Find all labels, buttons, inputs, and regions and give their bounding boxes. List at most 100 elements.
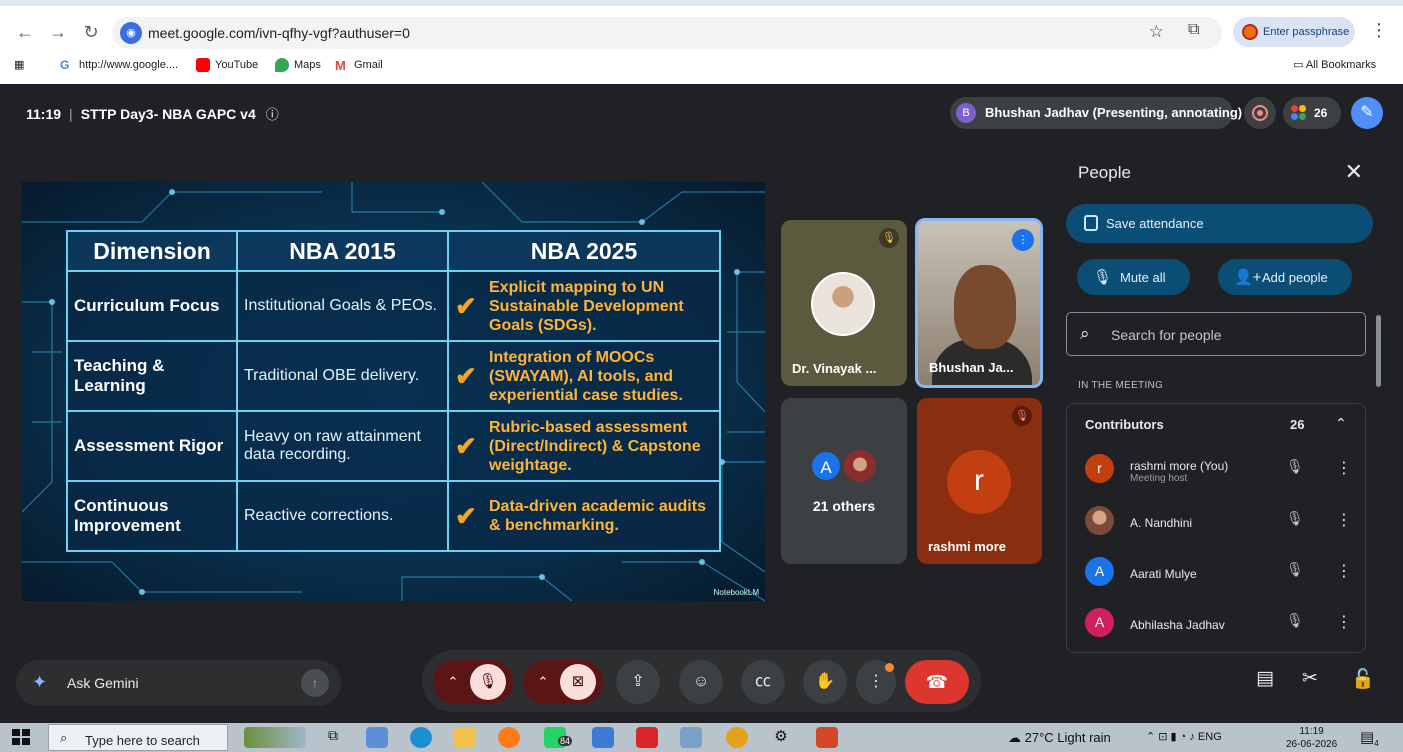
taskbar-clock[interactable]: 11:19 26-06-2026 bbox=[1286, 725, 1337, 751]
mic-off-icon[interactable]: 🎙 bbox=[1286, 561, 1304, 578]
camera-options-chevron-icon[interactable]: ⌃ bbox=[529, 660, 557, 704]
mic-off-icon[interactable]: 🎙 bbox=[1286, 510, 1304, 527]
app-icon[interactable] bbox=[680, 727, 702, 748]
more-options-icon[interactable]: ⋮ bbox=[856, 660, 896, 704]
camera-control[interactable]: ⌃ ⊠ bbox=[523, 660, 603, 704]
camera-off-icon[interactable]: ⊠ bbox=[560, 664, 596, 700]
url-text[interactable]: meet.google.com/ivn-qfhy-vgf?authuser=0 bbox=[148, 25, 410, 41]
mic-off-icon[interactable]: 🎙 bbox=[1286, 458, 1304, 475]
participant-tile-vinayak[interactable]: 🎙 Dr. Vinayak ... bbox=[781, 220, 907, 386]
save-attendance-button[interactable]: Save attendance bbox=[1066, 204, 1373, 243]
bookmark-youtube[interactable]: YouTube bbox=[196, 58, 258, 72]
cell-nba-2015: Heavy on raw attainment data recording. bbox=[236, 410, 449, 482]
ask-gemini-bar[interactable]: ✦ Ask Gemini ↑ bbox=[16, 660, 341, 706]
browser-menu-icon[interactable]: ⋮ bbox=[1370, 20, 1388, 41]
more-options-icon[interactable]: ⋮ bbox=[1336, 458, 1352, 478]
more-options-icon[interactable]: ⋮ bbox=[1336, 510, 1352, 530]
participant-count: 26 bbox=[1314, 106, 1328, 120]
more-options-icon[interactable]: ⋮ bbox=[1336, 561, 1352, 581]
more-options-icon[interactable]: ⋮ bbox=[1336, 612, 1352, 632]
powerpoint-icon[interactable] bbox=[816, 727, 838, 748]
present-screen-icon[interactable]: ⇪ bbox=[616, 660, 660, 704]
bookmark-star-icon[interactable]: ☆ bbox=[1149, 22, 1164, 42]
raise-hand-icon[interactable]: ✋ bbox=[803, 660, 847, 704]
tray-icons: ⌃ ⊡ ▮ ◔ ♪ bbox=[1146, 731, 1198, 743]
search-people-input[interactable] bbox=[1111, 324, 1351, 346]
list-item[interactable]: A Aarati Mulye 🎙 ⋮ bbox=[1084, 553, 1364, 593]
mic-off-icon[interactable]: 🎙 bbox=[470, 664, 506, 700]
reload-icon[interactable]: ↻ bbox=[79, 20, 103, 44]
nba-2025-text: Integration of MOOCs (SWAYAM), AI tools,… bbox=[489, 348, 683, 404]
presenter-chip[interactable]: B Bhushan Jadhav (Presenting, annotating… bbox=[950, 97, 1242, 129]
participant-tile-others[interactable]: A 21 others bbox=[781, 398, 907, 564]
collapse-chevron-icon[interactable]: ⌃ bbox=[1335, 415, 1347, 432]
close-icon[interactable]: ✕ bbox=[1345, 159, 1363, 185]
nba-2025-text: Data-driven academic audits & benchmarki… bbox=[489, 498, 706, 534]
chat-icon[interactable]: ▤ bbox=[1256, 667, 1274, 690]
emoji-reactions-icon[interactable]: ☺ bbox=[679, 660, 723, 704]
search-people-box[interactable]: ⌕ bbox=[1066, 312, 1366, 356]
list-item[interactable]: r rashmi more (You) Meeting host 🎙 ⋮ bbox=[1084, 450, 1364, 490]
apps-grid-icon[interactable]: ▦ bbox=[14, 58, 24, 71]
windows-start-icon[interactable] bbox=[12, 729, 30, 745]
notification-dot bbox=[885, 663, 894, 672]
mic-options-chevron-icon[interactable]: ⌃ bbox=[439, 660, 467, 704]
activities-icon[interactable]: ✂ bbox=[1302, 667, 1318, 690]
gmail-icon: M bbox=[335, 58, 349, 73]
send-icon[interactable]: ↑ bbox=[301, 669, 329, 697]
bookmark-maps[interactable]: Maps bbox=[275, 58, 321, 72]
participant-tile-bhushan[interactable]: ⋮ Bhushan Ja... bbox=[915, 218, 1043, 388]
all-bookmarks[interactable]: ▭ All Bookmarks bbox=[1293, 58, 1376, 71]
participants-chip[interactable]: 26 bbox=[1283, 97, 1341, 129]
panel-title: People bbox=[1078, 163, 1131, 182]
captions-icon[interactable]: ㏄ bbox=[741, 660, 785, 704]
app-icon[interactable] bbox=[592, 727, 614, 748]
extensions-icon[interactable]: ⧉ bbox=[1188, 21, 1199, 39]
chrome-icon[interactable] bbox=[726, 727, 748, 748]
host-controls-icon[interactable]: 🔓 bbox=[1351, 667, 1375, 691]
participant-name: A. Nandhini bbox=[1130, 516, 1193, 530]
notification-center-icon[interactable]: ▤4 bbox=[1360, 728, 1379, 748]
mute-all-button[interactable]: 🎙 Mute all bbox=[1077, 259, 1190, 295]
weather-widget[interactable]: ☁ 27°C Light rain bbox=[1008, 730, 1111, 746]
add-people-button[interactable]: 👤+ Add people bbox=[1218, 259, 1352, 295]
mic-control[interactable]: ⌃ 🎙 bbox=[433, 660, 513, 704]
cell-dimension: Curriculum Focus bbox=[66, 270, 238, 342]
settings-icon[interactable]: ⚙ bbox=[770, 727, 792, 748]
app-icon[interactable] bbox=[366, 727, 388, 748]
whatsapp-icon[interactable]: 84 bbox=[544, 727, 573, 748]
list-item[interactable]: A. Nandhini 🎙 ⋮ bbox=[1084, 502, 1364, 542]
presentation-slide: Dimension NBA 2015 NBA 2025 Curriculum F… bbox=[22, 182, 765, 601]
separator: | bbox=[69, 106, 73, 122]
cell-nba-2025: ✔ Integration of MOOCs (SWAYAM), AI tools… bbox=[447, 340, 721, 412]
passphrase-button[interactable]: Enter passphrase bbox=[1233, 17, 1355, 47]
back-icon[interactable]: ← bbox=[13, 20, 37, 44]
taskbar-search[interactable]: ⌕ Type here to search bbox=[48, 724, 228, 751]
table-row: Teaching & Learning Traditional OBE deli… bbox=[66, 340, 721, 412]
avatar: r bbox=[947, 450, 1011, 514]
windows-taskbar: ⌕ Type here to search ⧉ 84 ⚙ ☁ 27°C Ligh… bbox=[0, 723, 1403, 752]
annotate-pen-icon[interactable]: ✎ bbox=[1351, 97, 1383, 129]
bookmark-google[interactable]: Ghttp://www.google.... bbox=[60, 58, 178, 72]
task-view-icon[interactable]: ⧉ bbox=[322, 727, 344, 748]
info-icon[interactable]: ⓘ bbox=[266, 107, 279, 122]
edge-icon[interactable] bbox=[410, 727, 432, 748]
contributors-label: Contributors bbox=[1085, 417, 1164, 432]
nba-comparison-table: Dimension NBA 2015 NBA 2025 Curriculum F… bbox=[66, 230, 721, 552]
panel-scrollbar[interactable] bbox=[1376, 315, 1381, 387]
system-tray[interactable]: ⌃ ⊡ ▮ ◔ ♪ ENG bbox=[1146, 730, 1222, 743]
list-item[interactable]: A Abhilasha Jadhav 🎙 ⋮ bbox=[1084, 604, 1364, 644]
bookmark-gmail[interactable]: M Gmail bbox=[335, 58, 383, 73]
participant-tile-rashmi[interactable]: 🎙 r rashmi more bbox=[917, 398, 1042, 564]
mic-off-icon[interactable]: 🎙 bbox=[1286, 612, 1304, 629]
end-call-button[interactable]: ☎ bbox=[905, 660, 969, 704]
mic-off-icon: 🎙 bbox=[1012, 406, 1032, 426]
firefox-icon[interactable] bbox=[498, 727, 520, 748]
forward-icon[interactable]: → bbox=[46, 20, 70, 44]
address-bar[interactable]: ◉ meet.google.com/ivn-qfhy-vgf?authuser=… bbox=[112, 17, 1222, 49]
site-info-icon[interactable]: ◉ bbox=[120, 22, 142, 44]
file-explorer-icon[interactable] bbox=[454, 727, 476, 748]
recording-button[interactable] bbox=[1244, 97, 1276, 129]
wps-icon[interactable] bbox=[636, 727, 658, 748]
news-widget-icon[interactable] bbox=[244, 727, 306, 748]
